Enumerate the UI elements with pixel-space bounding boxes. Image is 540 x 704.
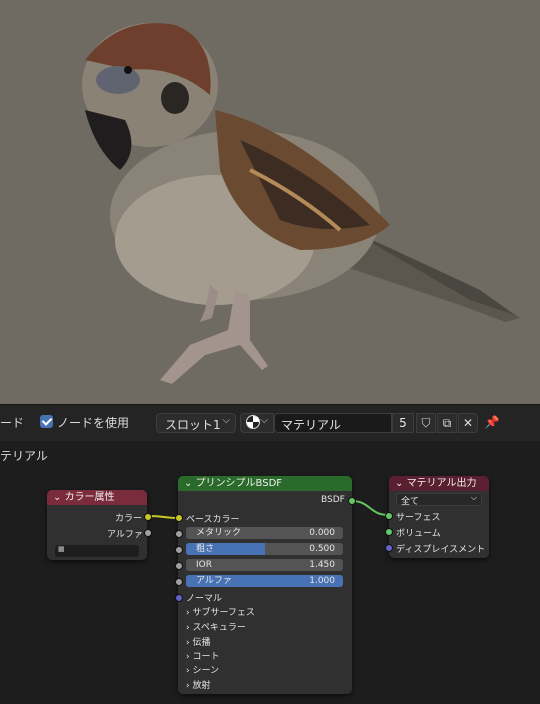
- metallic-field[interactable]: メタリック 0.000: [186, 527, 343, 539]
- use-nodes-checkbox[interactable]: [40, 415, 53, 428]
- material-name-field[interactable]: マテリアル: [274, 413, 392, 433]
- ior-field[interactable]: IOR 1.450: [186, 559, 343, 571]
- metallic-label: メタリック: [196, 528, 242, 538]
- alpha-socket[interactable]: [175, 578, 183, 586]
- panel-label: シーン: [192, 666, 220, 676]
- ior-label: IOR: [196, 560, 212, 570]
- chevron-down-icon: ⌄: [184, 478, 196, 489]
- panel-label: 伝播: [192, 638, 211, 648]
- ior-socket[interactable]: [175, 562, 183, 570]
- panel-label: スペキュラー: [192, 623, 246, 633]
- node-title: カラー属性: [64, 492, 115, 503]
- color-output-socket[interactable]: [144, 513, 152, 521]
- volume-label: ボリューム: [396, 529, 441, 539]
- panel-specular[interactable]: › スペキュラー: [186, 620, 246, 633]
- ior-value: 1.450: [309, 560, 335, 570]
- panel-coat[interactable]: › コート: [186, 649, 219, 662]
- node-title: プリンシプルBSDF: [195, 478, 283, 489]
- alpha-output-label: アルファ: [107, 530, 143, 540]
- bsdf-output-label: BSDF: [321, 495, 345, 505]
- metallic-value: 0.000: [309, 528, 335, 538]
- chevron-down-icon: ⌄: [53, 492, 65, 503]
- base-color-label: ベースカラー: [186, 515, 240, 525]
- chevron-down-icon: ⌵: [470, 493, 477, 502]
- attribute-name-field[interactable]: ▦: [55, 545, 139, 557]
- roughness-label: 粗さ: [196, 544, 215, 554]
- chevron-down-icon: ⌵: [222, 415, 230, 426]
- target-dropdown[interactable]: 全て ⌵: [396, 493, 482, 507]
- base-color-socket[interactable]: [175, 514, 183, 522]
- panel-subsurface[interactable]: › サブサーフェス: [186, 605, 255, 618]
- metallic-socket[interactable]: [175, 530, 183, 538]
- roughness-socket[interactable]: [175, 546, 183, 554]
- alpha-label: アルファ: [196, 576, 232, 586]
- normal-label: ノーマル: [186, 594, 223, 604]
- duplicate-material-icon[interactable]: ⧉: [437, 413, 457, 433]
- chevron-down-icon: ⌵: [260, 415, 268, 426]
- node-title: マテリアル出力: [406, 478, 477, 489]
- surface-socket[interactable]: [385, 512, 393, 520]
- breadcrumb: テリアル: [0, 449, 48, 463]
- alpha-value: 1.000: [309, 576, 335, 586]
- roughness-value: 0.500: [309, 544, 335, 554]
- fake-user-shield-icon[interactable]: ⛉: [416, 413, 436, 433]
- panel-transmission[interactable]: › 伝播: [186, 635, 210, 648]
- shader-link: [351, 500, 389, 516]
- pin-icon[interactable]: 📌: [482, 413, 502, 433]
- sparrow-model: [82, 23, 520, 384]
- panel-label: サブサーフェス: [192, 608, 255, 618]
- panel-sheen[interactable]: › シーン: [186, 663, 219, 676]
- surface-label: サーフェス: [396, 513, 441, 523]
- unlink-close-icon[interactable]: ✕: [458, 413, 478, 433]
- slot-label: スロット1: [165, 418, 221, 432]
- 3d-viewport[interactable]: [0, 0, 540, 404]
- bsdf-output-socket[interactable]: [348, 497, 356, 505]
- color-attribute-header[interactable]: ⌄ カラー属性: [47, 490, 147, 505]
- use-nodes-label: ノードを使用: [57, 416, 130, 430]
- color-output-label: カラー: [115, 514, 143, 524]
- material-name: マテリアル: [281, 418, 341, 432]
- roughness-field[interactable]: 粗さ 0.500: [186, 543, 343, 555]
- volume-socket[interactable]: [385, 528, 393, 536]
- panel-label: コート: [192, 652, 220, 662]
- principled-header[interactable]: ⌄ プリンシプルBSDF: [178, 476, 352, 491]
- target-value: 全て: [401, 497, 420, 507]
- material-sphere-icon: [246, 415, 260, 429]
- alpha-field[interactable]: アルファ 1.000: [186, 575, 343, 587]
- displacement-socket[interactable]: [385, 544, 393, 552]
- editor-type-label[interactable]: ード: [0, 414, 24, 431]
- attribute-icon: ▦: [58, 545, 65, 553]
- panel-label: 放射: [192, 681, 211, 691]
- normal-socket[interactable]: [175, 594, 183, 602]
- chevron-down-icon: ⌄: [395, 478, 407, 489]
- user-count[interactable]: 5: [392, 413, 414, 433]
- panel-emission[interactable]: › 放射: [186, 678, 210, 691]
- slot-dropdown[interactable]: スロット1 ⌵: [156, 413, 236, 433]
- material-output-header[interactable]: ⌄ マテリアル出力: [389, 476, 489, 491]
- displacement-label: ディスプレイスメント: [396, 545, 486, 555]
- alpha-output-socket[interactable]: [144, 529, 152, 537]
